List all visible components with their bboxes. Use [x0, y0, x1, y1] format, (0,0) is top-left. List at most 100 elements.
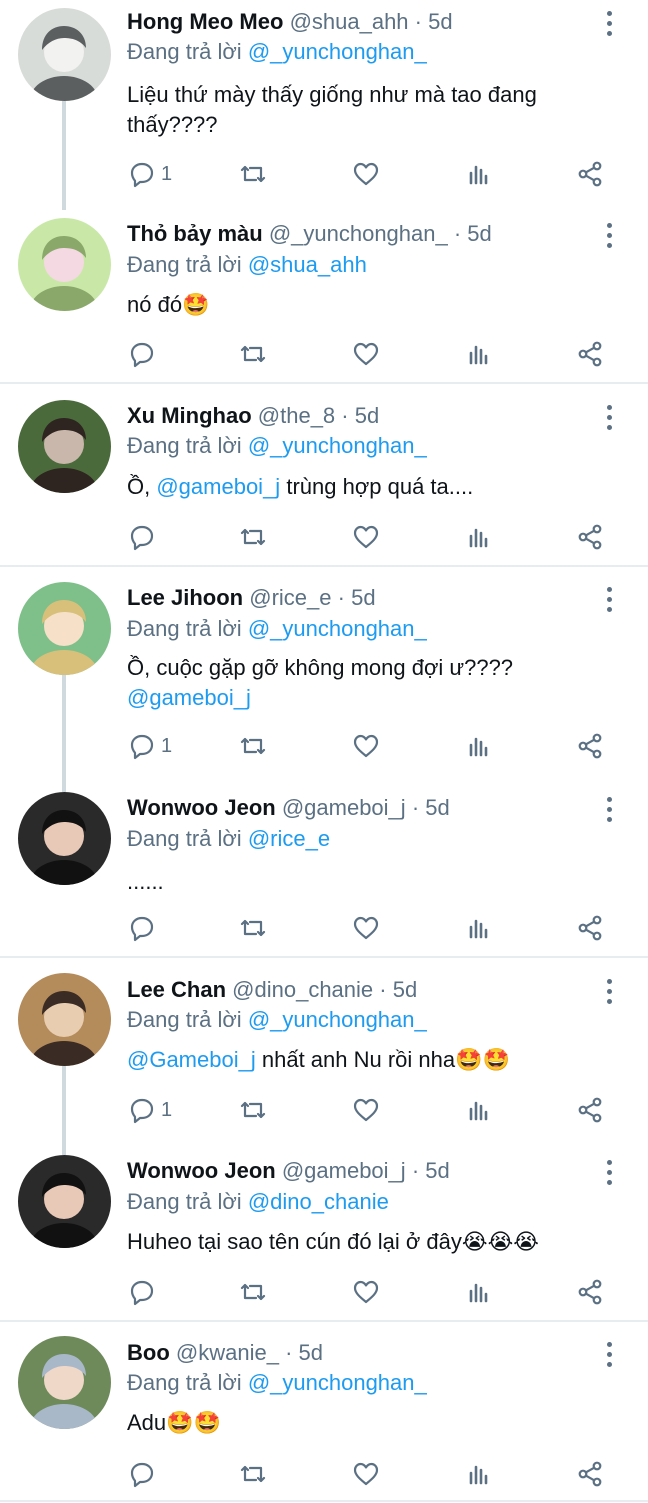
- retweet-button[interactable]: [238, 337, 268, 371]
- reply-to-mention[interactable]: @_yunchonghan_: [248, 1370, 427, 1395]
- user-handle[interactable]: @the_8: [258, 403, 335, 428]
- reply-button[interactable]: [127, 1457, 161, 1491]
- display-name[interactable]: Hong Meo Meo: [127, 9, 283, 34]
- heart-icon: [351, 1459, 381, 1489]
- avatar[interactable]: [18, 792, 111, 885]
- more-icon[interactable]: [598, 220, 622, 252]
- timestamp[interactable]: · 5d: [341, 403, 379, 428]
- more-icon[interactable]: [598, 584, 622, 616]
- retweet-button[interactable]: [238, 1275, 268, 1309]
- avatar[interactable]: [18, 973, 111, 1066]
- avatar[interactable]: [18, 400, 111, 493]
- share-button[interactable]: [575, 1457, 605, 1491]
- more-dot: [607, 989, 612, 994]
- display-name[interactable]: Boo: [127, 1340, 170, 1365]
- share-button[interactable]: [575, 337, 605, 371]
- timestamp[interactable]: · 5d: [415, 9, 453, 34]
- more-icon[interactable]: [598, 1157, 622, 1189]
- display-name[interactable]: Wonwoo Jeon: [127, 1158, 276, 1183]
- stats-button[interactable]: [464, 911, 494, 945]
- tweet-mention[interactable]: @gameboi_j: [127, 685, 251, 710]
- like-button[interactable]: [351, 1275, 381, 1309]
- reply-to-mention[interactable]: @dino_chanie: [248, 1189, 389, 1214]
- share-button[interactable]: [575, 1275, 605, 1309]
- tweet-text-line: trùng hợp quá ta....: [286, 474, 474, 499]
- timestamp[interactable]: · 5d: [338, 585, 376, 610]
- share-button[interactable]: [575, 157, 605, 191]
- reply-to-mention[interactable]: @rice_e: [248, 826, 330, 851]
- more-icon[interactable]: [598, 976, 622, 1008]
- like-button[interactable]: [351, 1457, 381, 1491]
- reply-button[interactable]: [127, 911, 161, 945]
- reply-button[interactable]: [127, 1275, 161, 1309]
- timestamp[interactable]: · 5d: [412, 1158, 450, 1183]
- reply-to-mention[interactable]: @_yunchonghan_: [248, 433, 427, 458]
- avatar[interactable]: [18, 1155, 111, 1248]
- retweet-button[interactable]: [238, 1093, 268, 1127]
- reply-to-mention[interactable]: @_yunchonghan_: [248, 616, 427, 641]
- avatar[interactable]: [18, 1336, 111, 1429]
- more-icon[interactable]: [598, 1339, 622, 1371]
- retweet-button[interactable]: [238, 729, 268, 763]
- reply-button[interactable]: 1: [127, 157, 172, 191]
- reply-to-mention[interactable]: @_yunchonghan_: [248, 39, 427, 64]
- display-name[interactable]: Thỏ bảy màu: [127, 221, 263, 246]
- reply-button[interactable]: 1: [127, 729, 172, 763]
- like-button[interactable]: [351, 1093, 381, 1127]
- reply-button[interactable]: [127, 337, 161, 371]
- retweet-button[interactable]: [238, 1457, 268, 1491]
- like-button[interactable]: [351, 157, 381, 191]
- display-name[interactable]: Lee Jihoon: [127, 585, 243, 610]
- timestamp[interactable]: · 5d: [412, 795, 450, 820]
- avatar[interactable]: [18, 582, 111, 675]
- user-handle[interactable]: @gameboi_j: [282, 795, 406, 820]
- share-button[interactable]: [575, 520, 605, 554]
- share-icon: [575, 1095, 605, 1125]
- reply-to-mention[interactable]: @shua_ahh: [248, 252, 367, 277]
- user-handle[interactable]: @dino_chanie: [232, 977, 373, 1002]
- retweet-button[interactable]: [238, 157, 268, 191]
- stats-button[interactable]: [464, 520, 494, 554]
- reply-to-mention[interactable]: @_yunchonghan_: [248, 1007, 427, 1032]
- avatar[interactable]: [18, 8, 111, 101]
- more-dot: [607, 817, 612, 822]
- display-name[interactable]: Wonwoo Jeon: [127, 795, 276, 820]
- retweet-button[interactable]: [238, 520, 268, 554]
- retweet-button[interactable]: [238, 911, 268, 945]
- user-handle[interactable]: @kwanie_: [176, 1340, 279, 1365]
- timestamp[interactable]: · 5d: [379, 977, 417, 1002]
- avatar[interactable]: [18, 218, 111, 311]
- like-button[interactable]: [351, 337, 381, 371]
- more-icon[interactable]: [598, 402, 622, 434]
- display-name[interactable]: Xu Minghao: [127, 403, 252, 428]
- like-button[interactable]: [351, 729, 381, 763]
- stats-button[interactable]: [464, 1275, 494, 1309]
- stats-button[interactable]: [464, 729, 494, 763]
- timestamp[interactable]: · 5d: [285, 1340, 323, 1365]
- stats-button[interactable]: [464, 337, 494, 371]
- reply-button[interactable]: 1: [127, 1093, 172, 1127]
- user-handle[interactable]: @gameboi_j: [282, 1158, 406, 1183]
- share-button[interactable]: [575, 729, 605, 763]
- display-name[interactable]: Lee Chan: [127, 977, 226, 1002]
- replying-to: Đang trả lời @_yunchonghan_: [127, 39, 427, 65]
- more-icon[interactable]: [598, 8, 622, 40]
- user-handle[interactable]: @shua_ahh: [290, 9, 409, 34]
- stats-button[interactable]: [464, 1093, 494, 1127]
- share-button[interactable]: [575, 911, 605, 945]
- timestamp[interactable]: · 5d: [454, 221, 492, 246]
- user-handle[interactable]: @rice_e: [249, 585, 331, 610]
- reply-button[interactable]: [127, 520, 161, 554]
- tweet-mention[interactable]: @gameboi_j: [156, 474, 280, 499]
- reply-count: 1: [161, 734, 173, 757]
- tweet-actions: 1: [0, 1093, 648, 1127]
- more-icon[interactable]: [598, 794, 622, 826]
- reply-icon: [127, 522, 157, 552]
- share-button[interactable]: [575, 1093, 605, 1127]
- user-handle[interactable]: @_yunchonghan_: [269, 221, 448, 246]
- tweet-mention[interactable]: @Gameboi_j: [127, 1047, 256, 1072]
- stats-button[interactable]: [464, 1457, 494, 1491]
- like-button[interactable]: [351, 911, 381, 945]
- stats-button[interactable]: [464, 157, 494, 191]
- like-button[interactable]: [351, 520, 381, 554]
